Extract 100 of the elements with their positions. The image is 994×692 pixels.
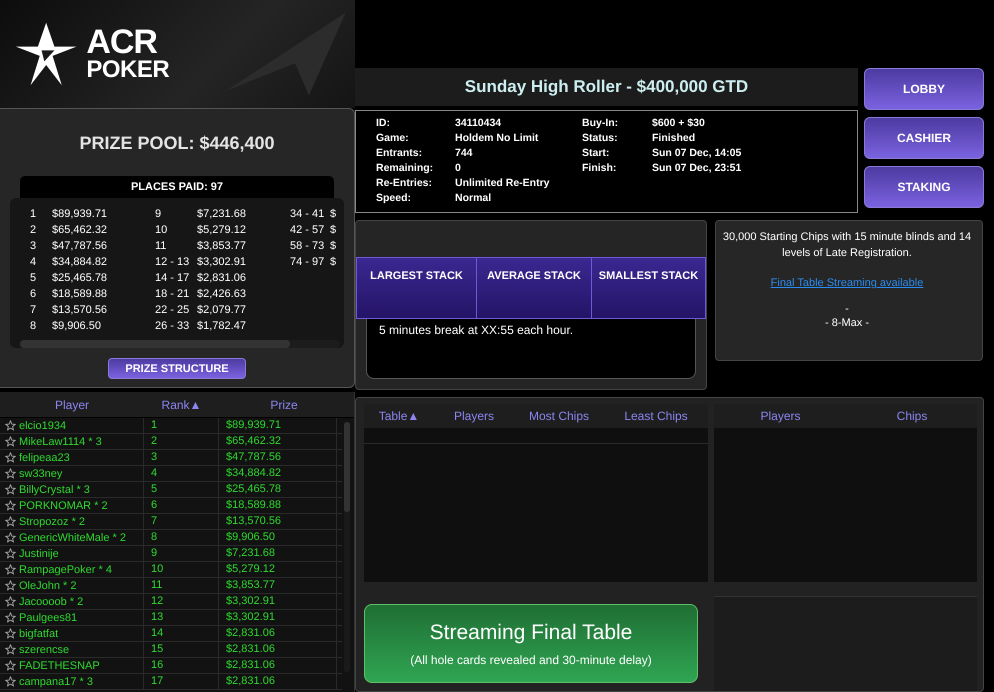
detail-value: 744 (455, 146, 474, 161)
column-header[interactable]: Rank▲ (144, 398, 219, 412)
nav-button[interactable]: CASHIER (864, 117, 984, 159)
place-cell-text: 7 (29, 302, 38, 318)
player-name: Stropozoz * 2 (19, 516, 86, 528)
streaming-link[interactable]: Final Table Streaming available (770, 277, 924, 289)
logo-text: ACR (86, 26, 157, 59)
player-name: BillyCrystal * 3 (19, 484, 90, 496)
column-header[interactable]: Players (714, 409, 847, 423)
detail-label: Status: (582, 131, 619, 146)
prize-cell: $3,302.91 (219, 610, 337, 625)
prize-cell: $2,426.63 (197, 286, 246, 302)
prize-cell: $13,570.56 (219, 514, 337, 529)
detail-value: 0 (455, 161, 462, 176)
column-header[interactable]: Players (434, 409, 514, 423)
rank-cell: 8 (144, 530, 219, 545)
place-cell-text: 6 (29, 286, 38, 302)
streaming-button[interactable]: Streaming Final Table (All hole cards revealed and 30-minute delay) (364, 604, 698, 683)
rank-cell: 17 (144, 674, 219, 689)
detail-value: 34110434 (455, 116, 502, 131)
nav-button[interactable]: LOBBY (864, 68, 984, 110)
place-cell-text: 11 (154, 238, 168, 254)
prize-cell: $3,302.91 (219, 594, 337, 609)
prize-cell: $7,231.68 (219, 546, 337, 561)
prize-cell: $34,884.82 (52, 254, 108, 270)
detail-value: Unlimited Re-Entry (455, 176, 551, 191)
detail-value: Finished (652, 131, 696, 146)
stack-label: AVERAGE STACK (477, 258, 592, 318)
place-cell-text: 74 - 97 (289, 254, 326, 270)
prize-cell: $3,302.91 (197, 254, 246, 270)
place-cell-text: 4 (29, 254, 38, 270)
rank-cell: 15 (144, 642, 219, 657)
rank-cell: 3 (144, 450, 219, 465)
detail-label: Buy-In: (582, 116, 620, 131)
prize-cell: $2,831.06 (219, 658, 337, 673)
player-name: bigfatfat (19, 628, 58, 640)
prize-cell: $25,465.78 (52, 270, 108, 286)
rank-cell: 7 (144, 514, 219, 529)
prize-cell: $ (330, 238, 336, 254)
place-cell-text: 1 (29, 206, 38, 222)
place-cell-text: 22 - 25 (154, 302, 190, 318)
column-header[interactable]: Chips (847, 409, 977, 423)
stack-label: SMALLEST STACK (598, 269, 700, 284)
place-cell-text: 9 (154, 206, 162, 222)
prize-cell: $7,231.68 (197, 206, 246, 222)
rank-cell: 13 (144, 610, 219, 625)
player-name: MikeLaw1114 * 3 (19, 436, 102, 448)
column-header[interactable]: Prize (219, 398, 349, 412)
player-name: sw33ney (19, 468, 62, 480)
place-cell-text: 3 (29, 238, 38, 254)
place-cell-text: 14 - 17 (154, 270, 190, 286)
rank-cell: 4 (144, 466, 219, 481)
prize-structure-button[interactable]: PRIZE STRUCTURE (108, 358, 246, 379)
rank-cell: 9 (144, 546, 219, 561)
player-name: felipeaa23 (19, 452, 70, 464)
prize-cell: $2,831.06 (219, 674, 337, 689)
column-header[interactable]: Most Chips (514, 409, 604, 423)
column-header[interactable]: Least Chips (604, 409, 708, 423)
place-cell-text: 34 - 41 (289, 206, 326, 222)
detail-label: Game: (376, 131, 410, 146)
place-cell-text: 58 - 73 (289, 238, 326, 254)
rank-cell: 12 (144, 594, 219, 609)
column-header[interactable]: Player (0, 398, 144, 412)
player-name: PORKNOMAR * 2 (19, 500, 108, 512)
prize-cell: $34,884.82 (219, 466, 337, 481)
player-name: Justinije (19, 548, 59, 560)
prize-cell: $2,831.06 (219, 642, 337, 657)
detail-value: Sun 07 Dec, 14:05 (652, 146, 742, 161)
tournament-title: Sunday High Roller - $400,000 GTD (355, 68, 858, 106)
player-name: Jacoooob * 2 (19, 596, 84, 608)
prize-cell: $3,853.77 (219, 578, 337, 593)
player-name: campana17 * 3 (19, 676, 93, 688)
prize-cell: $9,906.50 (52, 318, 101, 334)
player-name: FADETHESNAP (19, 660, 100, 672)
detail-label: ID: (376, 116, 391, 131)
column-header[interactable]: Table▲ (364, 409, 434, 423)
format-text: - 8-Max - (825, 316, 869, 331)
places-paid-header: PLACES PAID: 97 (20, 176, 334, 198)
detail-value: Normal (455, 191, 492, 206)
prize-pool-title: PRIZE POOL: $446,400 (79, 133, 275, 154)
description-text: 30,000 Starting Chips with 15 minute blinds and 14 levels of Late Registration. (722, 230, 972, 261)
player-name: szerencse (19, 644, 70, 656)
prize-cell: $25,465.78 (219, 482, 337, 497)
detail-label: Entrants: (376, 146, 424, 161)
rank-cell: 6 (144, 498, 219, 513)
detail-value: Sun 07 Dec, 23:51 (652, 161, 742, 176)
prize-cell: $5,279.12 (219, 562, 337, 577)
place-cell-text: 26 - 33 (154, 318, 190, 334)
prize-cell: $18,589.88 (52, 286, 108, 302)
prize-cell: $5,279.12 (197, 222, 246, 238)
prize-cell: $65,462.32 (52, 222, 108, 238)
nav-button[interactable]: STAKING (864, 166, 984, 208)
detail-label: Start: (582, 146, 610, 161)
logo-text: POKER (86, 58, 170, 82)
prize-cell: $ (330, 254, 336, 270)
prize-cell: $89,939.71 (52, 206, 108, 222)
place-cell-text: 5 (29, 270, 38, 286)
place-cell-text: 12 - 13 (154, 254, 190, 270)
prize-cell: $65,462.32 (219, 434, 337, 449)
prize-cell: $9,906.50 (219, 530, 337, 545)
